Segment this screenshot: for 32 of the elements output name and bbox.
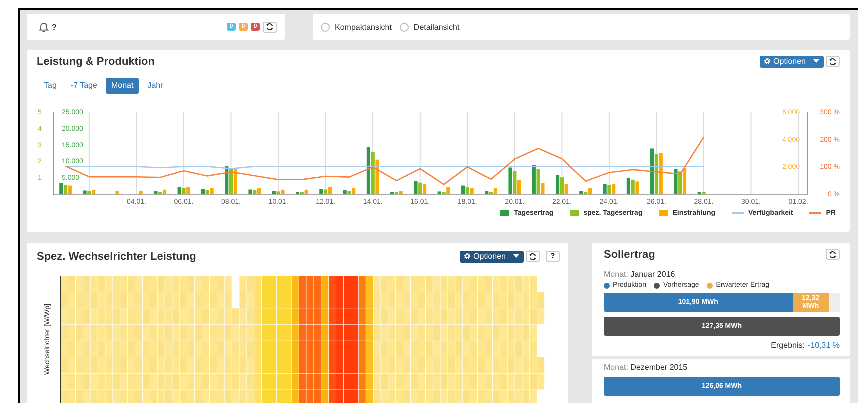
caret-icon	[813, 59, 820, 64]
period-tab[interactable]: -7 Tage	[66, 78, 102, 94]
result-label: Ergebnis:	[771, 341, 805, 350]
bar	[139, 191, 143, 194]
refresh-button[interactable]	[263, 22, 277, 32]
help-mark: ?	[52, 22, 57, 32]
legend-swatch	[500, 210, 510, 216]
bar	[116, 191, 120, 194]
result-value: -10,31 %	[808, 341, 840, 350]
period-tab[interactable]: Tag	[39, 78, 62, 94]
period-tab[interactable]: Jahr	[142, 78, 168, 94]
radio-label[interactable]: Detailansicht	[414, 22, 460, 32]
radio-button[interactable]	[321, 22, 330, 32]
caret-icon	[513, 254, 520, 259]
panel-title: Spez. Wechselrichter Leistung	[37, 250, 196, 262]
bell-icon[interactable]	[39, 22, 49, 32]
options-button[interactable]: Optionen	[760, 56, 824, 68]
panel-title: Leistung & Produktion	[37, 56, 155, 68]
period-tab[interactable]: Monat	[106, 78, 139, 94]
radio-button[interactable]	[400, 22, 409, 32]
refresh-button[interactable]	[526, 251, 540, 262]
month-label: Monat: Januar 2016	[604, 270, 676, 279]
radio-label[interactable]: Kompaktansicht	[335, 22, 392, 32]
refresh-button[interactable]	[826, 56, 840, 67]
refresh-button[interactable]	[826, 249, 840, 260]
legend-swatch	[658, 210, 668, 216]
gear-icon	[764, 58, 771, 65]
options-button[interactable]: Optionen	[460, 250, 524, 262]
month-label: Monat: Dezember 2015	[604, 363, 689, 372]
gear-icon	[464, 253, 471, 260]
legend-swatch	[570, 210, 579, 216]
panel-title: Sollertrag	[604, 248, 656, 260]
